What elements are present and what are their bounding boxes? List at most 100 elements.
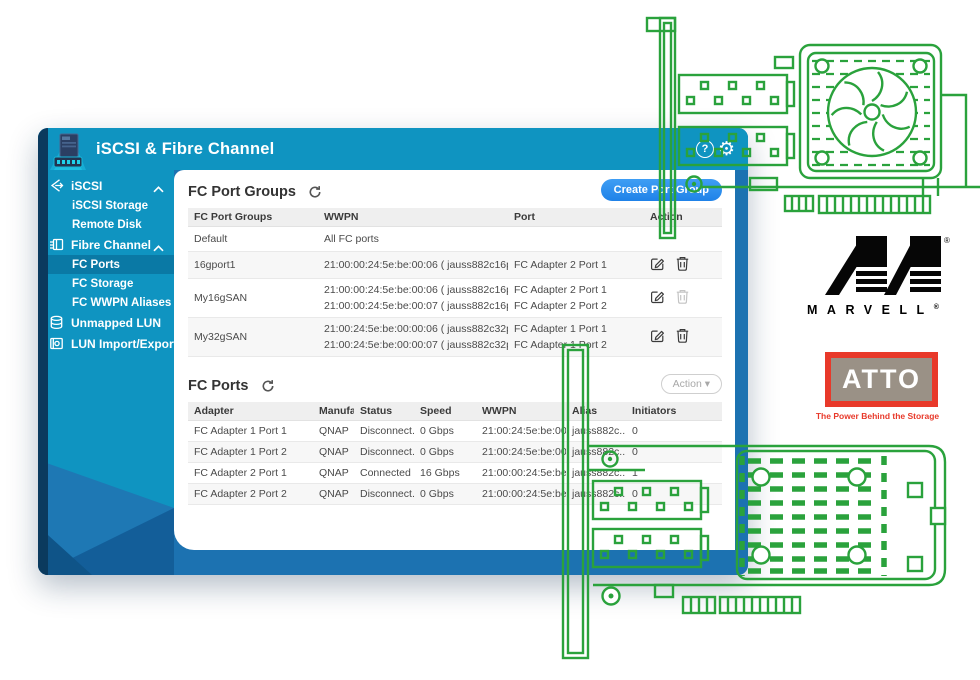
- port-group-actions: [644, 325, 722, 349]
- adapter-name: FC Adapter 1 Port 2: [188, 442, 313, 462]
- atto-wordmark: ATTO: [831, 358, 932, 401]
- port-group-wwpn: 21:00:00:24:5e:be:00:06 ( jauss882c16p1 …: [318, 253, 508, 277]
- column-header: Adapter: [188, 402, 313, 420]
- refresh-icon[interactable]: [261, 379, 275, 398]
- adapter-name: FC Adapter 2 Port 1: [188, 463, 313, 483]
- alias: jauss882c...: [566, 463, 626, 483]
- port-group-actions: [644, 235, 722, 243]
- port-group-name: 16gport1: [188, 255, 318, 275]
- table-row[interactable]: FC Adapter 2 Port 2QNAPDisconnect...0 Gb…: [188, 484, 722, 505]
- sidebar-item-label: Fibre Channel: [71, 238, 151, 252]
- column-header: WWPN: [476, 402, 566, 420]
- content-panel: FC Port Groups Create Port Group FC Port…: [174, 170, 735, 550]
- pcie-connector-art: [603, 585, 801, 613]
- table-row[interactable]: My32gSAN 21:00:24:5e:be:00:00:06 ( jauss8…: [188, 318, 722, 357]
- sidebar-item-label: iSCSI: [71, 179, 102, 193]
- sidebar-item-label: iSCSI Storage: [72, 200, 148, 212]
- edit-icon[interactable]: [650, 328, 665, 343]
- sidebar-item-remote-disk[interactable]: Remote Disk: [38, 215, 174, 234]
- port-group-name: My32gSAN: [188, 328, 318, 346]
- table-row[interactable]: My16gSAN 21:00:00:24:5e:be:00:06 ( jauss8…: [188, 279, 722, 318]
- action-dropdown-button[interactable]: Action ▾: [661, 374, 722, 394]
- chevron-up-icon[interactable]: [153, 241, 164, 248]
- refresh-icon[interactable]: [308, 185, 322, 204]
- wwpn-line: 21:00:00:24:5e:be:00:06 ( jauss882c16p1 …: [324, 282, 504, 298]
- wwpn-line: All FC ports: [324, 231, 504, 247]
- port-group-port: FC Adapter 1 Port 1FC Adapter 1 Port 2: [508, 318, 644, 356]
- settings-gear-icon[interactable]: ⚙: [718, 136, 735, 162]
- sidebar-item-label: FC WWPN Aliases: [72, 297, 171, 309]
- alias: jauss882c...: [566, 421, 626, 441]
- speed: 16 Gbps: [414, 463, 476, 483]
- port-group-port: [508, 235, 644, 243]
- fan-blades-icon: [831, 72, 911, 152]
- wwpn: 21:00:00:24:5e:be:00...: [476, 484, 566, 504]
- port-line: FC Adapter 2 Port 2: [514, 298, 640, 314]
- port-line: FC Adapter 2 Port 1: [514, 282, 640, 298]
- edit-icon[interactable]: [650, 256, 665, 271]
- table-row[interactable]: 16gport1 21:00:00:24:5e:be:00:06 ( jauss8…: [188, 252, 722, 279]
- create-port-group-button[interactable]: Create Port Group: [601, 179, 722, 201]
- manufacturer: QNAP: [313, 484, 354, 504]
- edit-icon[interactable]: [650, 289, 665, 304]
- wwpn: 21:00:24:5e:be:00:00...: [476, 421, 566, 441]
- fan-card-art: [750, 45, 966, 213]
- wwpn-line: 21:00:24:5e:be:00:00:07 ( jauss882c32p2 …: [324, 337, 504, 353]
- sidebar-item-fc-storage[interactable]: FC Storage: [38, 274, 174, 293]
- fc-ports-table: AdapterManufa...StatusSpeedWWPNAliasInit…: [188, 402, 722, 505]
- sidebar-item-iscsi[interactable]: iSCSI: [38, 175, 174, 196]
- sidebar-item-fc-ports[interactable]: FC Ports: [38, 255, 174, 274]
- table-row[interactable]: Default All FC ports: [188, 227, 722, 252]
- fc-port-groups-table: FC Port GroupsWWPNPortActionDefaultAll F…: [188, 208, 722, 357]
- fibre-channel-icon: [49, 237, 64, 252]
- sidebar-item-fibre-channel[interactable]: Fibre Channel: [38, 234, 174, 255]
- chevron-up-icon[interactable]: [153, 182, 164, 189]
- sidebar-item-unmapped-lun[interactable]: Unmapped LUN: [38, 312, 174, 333]
- wwpn: 21:00:00:24:5e:be:00...: [476, 463, 566, 483]
- column-header: Initiators: [626, 402, 722, 420]
- port-group-name: My16gSAN: [188, 289, 318, 307]
- initiators: 0: [626, 421, 722, 441]
- delete-icon[interactable]: [676, 256, 689, 271]
- fc-ports-title: FC Ports: [188, 376, 248, 396]
- marvell-m-icon: ®: [804, 234, 976, 296]
- port-group-wwpn: All FC ports: [318, 227, 508, 251]
- adapter-name: FC Adapter 2 Port 2: [188, 484, 313, 504]
- column-header: Manufa...: [313, 402, 354, 420]
- sidebar-item-fc-wwpn-aliases[interactable]: FC WWPN Aliases: [38, 293, 174, 312]
- table-row[interactable]: FC Adapter 2 Port 1QNAPConnected16 Gbps2…: [188, 463, 722, 484]
- wwpn-line: 21:00:24:5e:be:00:00:06 ( jauss882c32p1 …: [324, 321, 504, 337]
- fc-ports-section: FC Ports Action ▾ AdapterManufa...Status…: [188, 376, 722, 505]
- manufacturer: QNAP: [313, 463, 354, 483]
- initiators: 0: [626, 484, 722, 504]
- manufacturer: QNAP: [313, 442, 354, 462]
- port-group-name: Default: [188, 229, 318, 249]
- caret-down-icon: ▾: [705, 378, 710, 390]
- sidebar-item-lun-import-export[interactable]: LUN Import/Export: [38, 333, 174, 354]
- alias: jauss882c...: [566, 442, 626, 462]
- column-header: Port: [508, 208, 644, 226]
- atto-logo: ATTO: [825, 352, 938, 407]
- sidebar-item-label: Remote Disk: [72, 219, 142, 231]
- sidebar-item-label: LUN Import/Export: [71, 337, 178, 351]
- sidebar: iSCSI iSCSI Storage Remote Disk Fibre Chann…: [38, 170, 174, 354]
- status: Disconnect...: [354, 421, 414, 441]
- delete-icon[interactable]: [676, 328, 689, 343]
- nas-app-icon: [45, 130, 91, 174]
- sidebar-item-iscsi-storage[interactable]: iSCSI Storage: [38, 196, 174, 215]
- table-row[interactable]: FC Adapter 1 Port 2QNAPDisconnect...0 Gb…: [188, 442, 722, 463]
- column-header: FC Port Groups: [188, 208, 318, 226]
- help-icon[interactable]: ?: [696, 140, 714, 158]
- page: iSCSI & Fibre Channel ? ⚙ iSCSIiSCSI Sto…: [0, 0, 980, 680]
- initiators: 1: [626, 463, 722, 483]
- table-row[interactable]: FC Adapter 1 Port 1QNAPDisconnect...0 Gb…: [188, 421, 722, 442]
- sidebar-item-label: FC Storage: [72, 278, 133, 290]
- app-window: iSCSI & Fibre Channel ? ⚙ iSCSIiSCSI Sto…: [38, 128, 748, 575]
- unmapped-lun-icon: [49, 315, 64, 330]
- sidebar-item-label: FC Ports: [72, 259, 120, 271]
- port-line: FC Adapter 1 Port 2: [514, 337, 640, 353]
- wwpn-line: 21:00:00:24:5e:be:00:06 ( jauss882c16p1 …: [324, 257, 504, 273]
- delete-icon: [676, 289, 689, 304]
- port-group-wwpn: 21:00:00:24:5e:be:00:06 ( jauss882c16p1 …: [318, 279, 508, 317]
- table-header-row: AdapterManufa...StatusSpeedWWPNAliasInit…: [188, 402, 722, 421]
